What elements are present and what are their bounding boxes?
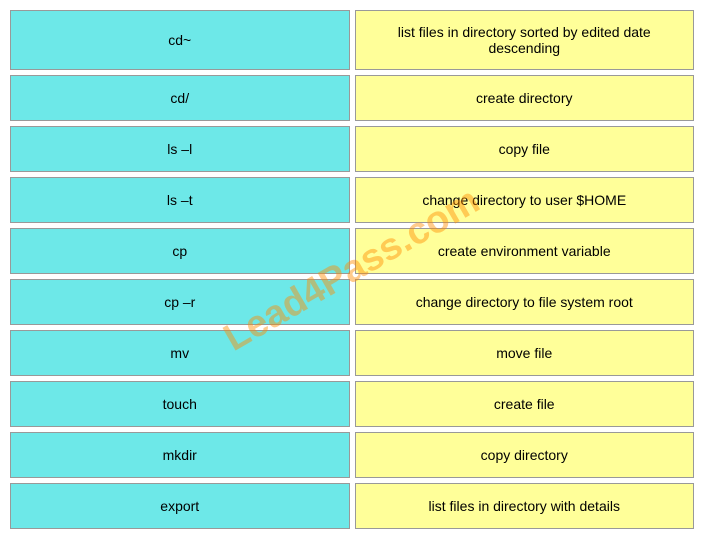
description-cell: create environment variable (355, 228, 695, 274)
description-cell: list files in directory with details (355, 483, 695, 529)
description-cell: create file (355, 381, 695, 427)
command-cell: cd~ (10, 10, 350, 70)
command-grid: cd~list files in directory sorted by edi… (10, 10, 694, 529)
command-cell: cp –r (10, 279, 350, 325)
description-cell: move file (355, 330, 695, 376)
command-cell: mkdir (10, 432, 350, 478)
command-cell: cp (10, 228, 350, 274)
description-cell: change directory to file system root (355, 279, 695, 325)
command-cell: ls –t (10, 177, 350, 223)
command-cell: touch (10, 381, 350, 427)
description-cell: create directory (355, 75, 695, 121)
command-cell: mv (10, 330, 350, 376)
command-cell: cd/ (10, 75, 350, 121)
description-cell: list files in directory sorted by edited… (355, 10, 695, 70)
command-cell: ls –l (10, 126, 350, 172)
main-container: Lead4Pass.com cd~list files in directory… (0, 0, 704, 539)
description-cell: change directory to user $HOME (355, 177, 695, 223)
command-cell: export (10, 483, 350, 529)
description-cell: copy file (355, 126, 695, 172)
description-cell: copy directory (355, 432, 695, 478)
